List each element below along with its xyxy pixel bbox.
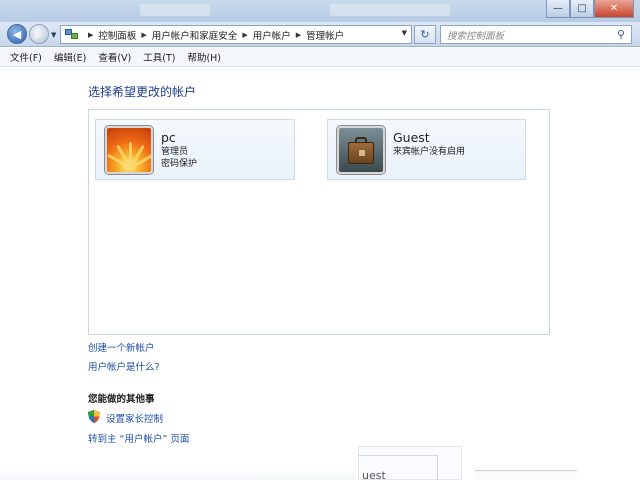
menu-bar: 文件(F) 编辑(E) 查看(V) 工具(T) 帮助(H) xyxy=(0,48,640,67)
breadcrumb-separator-icon[interactable]: ▶ xyxy=(296,31,301,39)
menu-help[interactable]: 帮助(H) xyxy=(187,50,221,64)
background-window xyxy=(475,470,577,480)
account-role: 管理员 xyxy=(161,147,189,157)
control-panel-icon xyxy=(65,28,79,41)
breadcrumb-separator-icon[interactable]: ▶ xyxy=(88,31,93,39)
back-arrow-icon: ◀ xyxy=(12,27,22,41)
breadcrumb-user-accounts[interactable]: 用户帐户 xyxy=(253,28,291,42)
refresh-icon: ↻ xyxy=(420,28,430,41)
breadcrumb-separator-icon[interactable]: ▶ xyxy=(141,31,146,39)
background-window-ghost xyxy=(140,4,210,16)
background-window-text: uest xyxy=(362,469,386,480)
background-window-edge xyxy=(0,470,356,480)
search-icon[interactable]: ⚲ xyxy=(611,28,631,41)
window-controls: — □ ✕ xyxy=(546,0,634,18)
menu-file[interactable]: 文件(F) xyxy=(10,50,42,64)
main-content: 选择希望更改的帐户 pc 管理员 密码保护 Guest 来宾帐户没有启用 创建一… xyxy=(0,67,640,480)
window-title-bar: — □ ✕ xyxy=(0,0,640,22)
user-accounts-main-page-link[interactable]: 转到主 “用户帐户” 页面 xyxy=(88,431,189,445)
forward-arrow-icon: ▶ xyxy=(34,27,44,41)
menu-view[interactable]: 查看(V) xyxy=(98,50,131,64)
briefcase-icon xyxy=(337,126,385,174)
navigation-bar: ◀ ▶ ▼ ▶ 控制面板 ▶ 用户帐户和家庭安全 ▶ 用户帐户 ▶ 管理帐户 ▼… xyxy=(0,22,640,47)
flower-icon xyxy=(105,126,153,174)
parental-controls-link[interactable]: 设置家长控制 xyxy=(106,411,163,425)
accounts-panel: pc 管理员 密码保护 Guest 来宾帐户没有启用 xyxy=(88,109,550,335)
address-bar[interactable]: ▶ 控制面板 ▶ 用户帐户和家庭安全 ▶ 用户帐户 ▶ 管理帐户 ▼ xyxy=(60,25,412,44)
maximize-button[interactable]: □ xyxy=(570,0,594,18)
back-button[interactable]: ◀ xyxy=(7,24,27,44)
account-tile-guest[interactable]: Guest 来宾帐户没有启用 xyxy=(327,119,526,180)
create-account-link[interactable]: 创建一个新帐户 xyxy=(88,340,155,354)
breadcrumb-control-panel[interactable]: 控制面板 xyxy=(98,28,136,42)
account-name: pc xyxy=(161,130,176,145)
breadcrumb-manage-accounts[interactable]: 管理帐户 xyxy=(306,28,344,42)
page-title: 选择希望更改的帐户 xyxy=(88,85,197,99)
minimize-button[interactable]: — xyxy=(546,0,570,18)
account-name: Guest xyxy=(393,130,430,145)
account-tile-pc[interactable]: pc 管理员 密码保护 xyxy=(95,119,295,180)
background-window-ghost xyxy=(330,4,450,16)
search-box[interactable]: 搜索控制面板 ⚲ xyxy=(440,25,632,44)
refresh-button[interactable]: ↻ xyxy=(414,25,436,44)
what-is-user-account-link[interactable]: 用户帐户是什么? xyxy=(88,359,160,373)
account-status: 来宾帐户没有启用 xyxy=(393,147,466,157)
account-status: 密码保护 xyxy=(161,159,198,169)
other-tasks-heading: 您能做的其他事 xyxy=(88,394,155,405)
shield-icon xyxy=(88,410,100,423)
breadcrumb-separator-icon[interactable]: ▶ xyxy=(242,31,247,39)
search-input[interactable]: 搜索控制面板 xyxy=(447,28,611,42)
menu-edit[interactable]: 编辑(E) xyxy=(54,50,86,64)
close-button[interactable]: ✕ xyxy=(594,0,634,18)
menu-tools[interactable]: 工具(T) xyxy=(143,50,175,64)
forward-button[interactable]: ▶ xyxy=(29,24,49,44)
recent-pages-dropdown[interactable]: ▼ xyxy=(51,31,56,39)
breadcrumb-user-accounts-family-safety[interactable]: 用户帐户和家庭安全 xyxy=(152,28,238,42)
address-dropdown-icon[interactable]: ▼ xyxy=(402,29,407,37)
